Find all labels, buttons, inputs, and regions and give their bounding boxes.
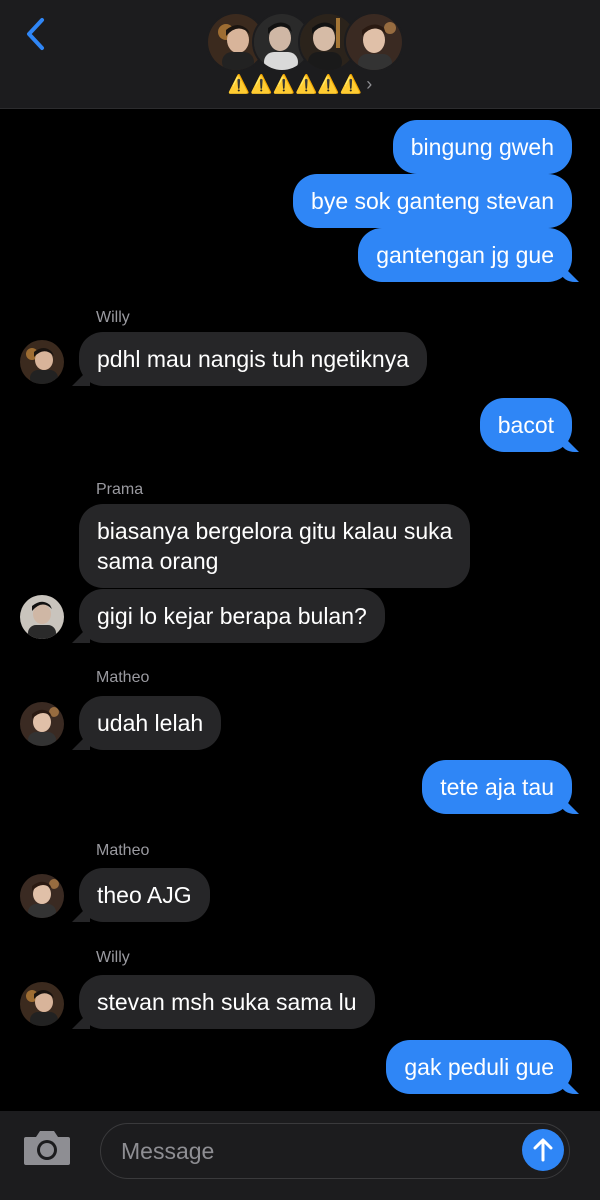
- sender-name: Prama: [96, 481, 144, 498]
- group-name-label: ⚠️⚠️⚠️⚠️⚠️⚠️: [227, 74, 363, 94]
- incoming-message[interactable]: gigi lo kejar berapa bulan?: [79, 589, 385, 643]
- group-name[interactable]: ⚠️⚠️⚠️⚠️⚠️⚠️ ›: [0, 72, 600, 96]
- incoming-message[interactable]: pdhl mau nangis tuh ngetiknya: [79, 332, 427, 386]
- camera-icon: [24, 1131, 70, 1165]
- avatar-matheo[interactable]: [20, 702, 64, 746]
- outgoing-message[interactable]: bye sok ganteng stevan: [293, 174, 572, 228]
- incoming-message[interactable]: theo AJG: [79, 868, 210, 922]
- message-line: biasanya bergelora gitu kalau suka: [97, 518, 453, 544]
- sender-name: Willy: [96, 949, 130, 966]
- incoming-message[interactable]: udah lelah: [79, 696, 222, 750]
- avatar: [344, 12, 404, 72]
- outgoing-message[interactable]: bingung gweh: [392, 120, 572, 174]
- message-input[interactable]: [119, 1124, 523, 1179]
- back-button[interactable]: [18, 14, 52, 54]
- chevron-right-icon: ›: [366, 74, 373, 94]
- sender-name: Matheo: [96, 842, 150, 859]
- messages-screen: ⚠️⚠️⚠️⚠️⚠️⚠️ › bingung gweh bye sok gante…: [0, 0, 600, 1200]
- group-avatars[interactable]: [206, 12, 404, 72]
- message-line: sama orang: [97, 548, 219, 574]
- sender-name: Matheo: [96, 669, 150, 686]
- arrow-up-icon: [533, 1138, 553, 1162]
- incoming-message[interactable]: biasanya bergelora gitu kalau suka sama …: [79, 504, 471, 588]
- avatar-prama[interactable]: [20, 595, 64, 639]
- message-thread[interactable]: bingung gweh bye sok ganteng stevan gant…: [0, 108, 600, 1111]
- avatar-willy[interactable]: [20, 340, 64, 384]
- conversation-header: ⚠️⚠️⚠️⚠️⚠️⚠️ ›: [0, 0, 600, 109]
- outgoing-message[interactable]: gak peduli gue: [386, 1040, 572, 1094]
- outgoing-message[interactable]: bacot: [479, 398, 572, 452]
- avatar-matheo[interactable]: [20, 874, 64, 918]
- outgoing-message[interactable]: gantengan jg gue: [358, 228, 572, 282]
- message-field[interactable]: [100, 1123, 570, 1179]
- chevron-left-icon: [27, 18, 44, 50]
- sender-name: Willy: [96, 309, 130, 326]
- message-composer: [0, 1111, 600, 1200]
- outgoing-message[interactable]: tete aja tau: [422, 760, 572, 814]
- avatar-willy[interactable]: [20, 982, 64, 1026]
- send-button[interactable]: [522, 1129, 564, 1171]
- incoming-message[interactable]: stevan msh suka sama lu: [79, 975, 375, 1029]
- camera-button[interactable]: [22, 1127, 72, 1167]
